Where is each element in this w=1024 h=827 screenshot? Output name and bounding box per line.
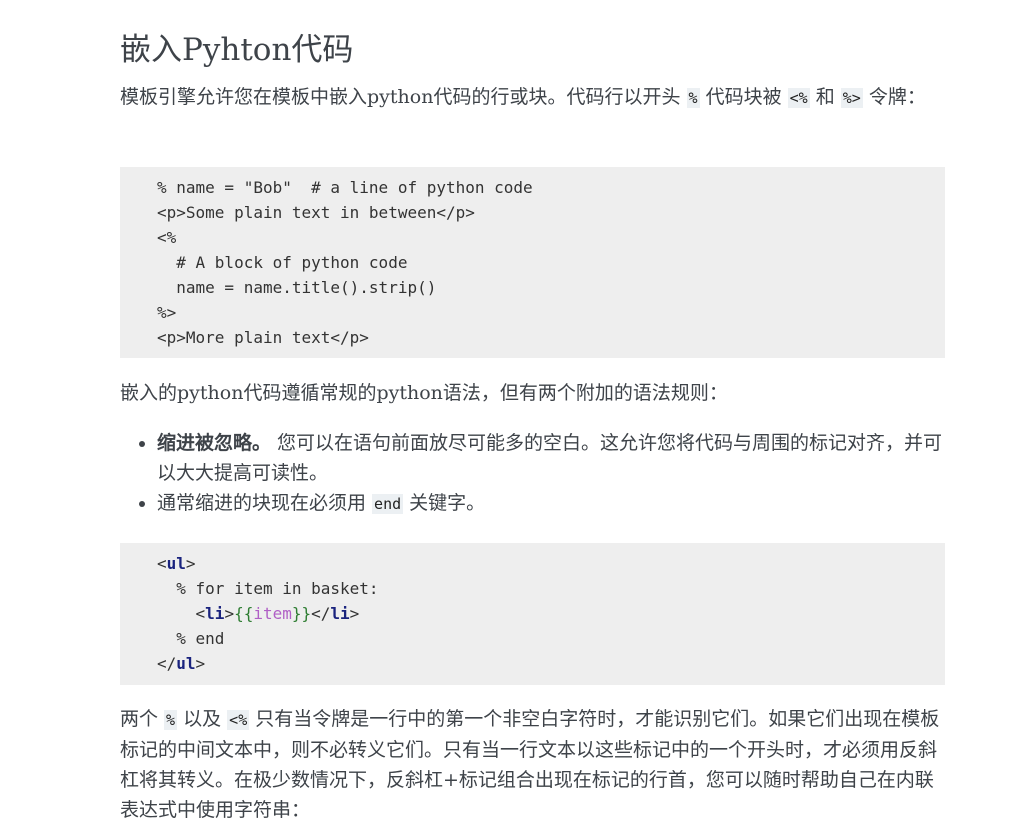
code-token: </: [157, 654, 177, 673]
list-item: 缩进被忽略。 您可以在语句前面放尽可能多的空白。这允许您将代码与周围的标记对齐，…: [157, 428, 945, 488]
html-tag-token: ul: [176, 654, 196, 673]
rule-text: 您可以在语句前面放尽可能多的空白。这允许您将代码与周围的标记对齐，并可以大大提高…: [157, 432, 943, 484]
inline-code-percent: %: [164, 710, 178, 730]
code-token: <: [157, 604, 206, 623]
code-token: </: [311, 604, 331, 623]
template-brace-token: {{: [234, 604, 254, 623]
inline-code-percent: %: [686, 88, 700, 108]
rule-text: 通常缩进的块现在必须用: [157, 492, 373, 514]
inline-code-open: <%: [227, 710, 250, 730]
code-line: <li>{{item}}</li>: [157, 601, 945, 626]
code-token: >: [195, 654, 206, 673]
code-block-1: % name = "Bob" # a line of python code <p…: [120, 167, 945, 358]
code-line: <%: [157, 228, 177, 247]
outro-text: 两个: [120, 708, 165, 730]
code-line: % end: [157, 629, 225, 648]
intro-text: 代码块被: [699, 86, 788, 108]
outro-text: 以及: [177, 708, 228, 730]
code-line: % for item in basket:: [157, 579, 379, 598]
rules-list: 缩进被忽略。 您可以在语句前面放尽可能多的空白。这允许您将代码与周围的标记对齐，…: [120, 428, 945, 519]
code-line: % name = "Bob" # a line of python code: [157, 178, 533, 197]
code-line: <p>More plain text</p>: [157, 328, 369, 347]
inline-code-open: <%: [787, 88, 810, 108]
intro-text: 和: [809, 86, 841, 108]
code-token: >: [224, 604, 235, 623]
intro-paragraph: 模板引擎允许您在模板中嵌入python代码的行或块。代码行以开头 % 代码块被 …: [120, 82, 945, 113]
code-line: </ul>: [157, 651, 945, 676]
html-tag-token: li: [205, 604, 225, 623]
code-block-2: <ul> % for item in basket: <li>{{item}}<…: [120, 543, 945, 685]
intro-text: 模板引擎允许您在模板中嵌入python代码的行或块。代码行以开头: [120, 86, 687, 108]
html-tag-token: ul: [166, 554, 186, 573]
inline-code-end: end: [372, 494, 404, 514]
code-token: >: [349, 604, 360, 623]
intro-text: 令牌：: [862, 86, 926, 108]
section-heading: 嵌入Pyhton代码: [120, 32, 354, 68]
code-token: <: [157, 554, 167, 573]
syntax-intro-paragraph: 嵌入的python代码遵循常规的python语法，但有两个附加的语法规则：: [120, 382, 728, 404]
html-tag-token: li: [330, 604, 350, 623]
list-item: 通常缩进的块现在必须用 end 关键字。: [157, 488, 945, 519]
rule-bold-label: 缩进被忽略。: [157, 432, 272, 454]
outro-paragraph: 两个 % 以及 <% 只有当令牌是一行中的第一个非空白字符时，才能识别它们。如果…: [120, 704, 945, 825]
rule-text: 关键字。: [403, 492, 486, 514]
code-line: <p>Some plain text in between</p>: [157, 203, 475, 222]
template-brace-token: }}: [291, 604, 312, 623]
template-variable-token: item: [253, 604, 292, 623]
code-token: >: [185, 554, 196, 573]
code-line: name = name.title().strip(): [157, 278, 437, 297]
code-line: %>: [157, 303, 177, 322]
code-line: <ul>: [157, 551, 945, 576]
code-line: # A block of python code: [157, 253, 408, 272]
inline-code-close: %>: [840, 88, 863, 108]
